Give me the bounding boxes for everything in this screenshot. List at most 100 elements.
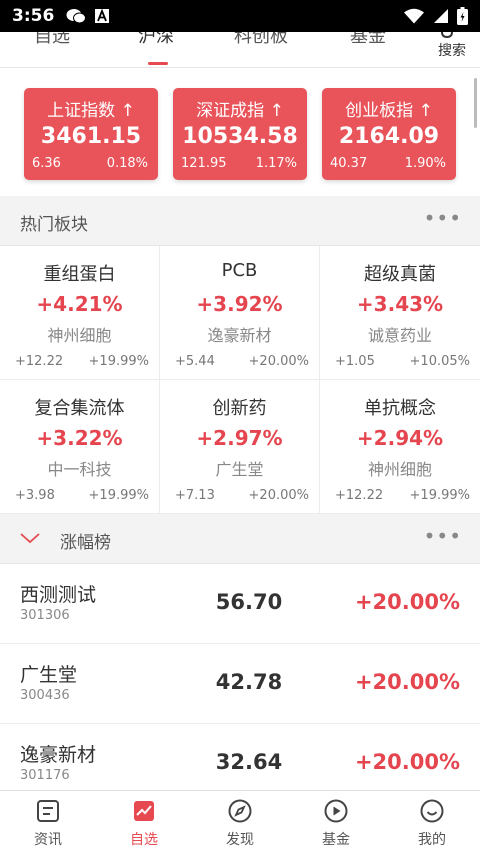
table-row[interactable]: 西测测试 301306 56.70 +20.00%	[0, 564, 480, 644]
sector-name: 创新药	[212, 398, 267, 419]
sector-percent: +2.94%	[356, 426, 444, 450]
nav-item-mine[interactable]: 我的	[384, 791, 480, 853]
app-a-icon	[95, 8, 110, 23]
leader-percent: +19.99%	[88, 354, 149, 369]
sector-leader: 神州细胞	[367, 460, 432, 479]
search-button[interactable]: 搜索	[430, 32, 466, 67]
bottom-nav: 资讯 自选 发现 基金 我的	[0, 790, 480, 853]
market-tabs: 自选 沪深 科创板 基金 搜索	[0, 32, 480, 68]
nav-label: 基金	[322, 832, 350, 848]
index-change: 121.95	[181, 156, 227, 171]
stock-code: 301176	[20, 768, 70, 783]
rank-header: 涨幅榜 •••	[0, 514, 480, 564]
stock-name: 广生堂	[20, 664, 78, 686]
sector-name: 复合集流体	[34, 398, 125, 419]
nav-label: 资讯	[34, 832, 62, 848]
sector-leader: 诚意药业	[367, 326, 432, 345]
sector-cell[interactable]: 超级真菌 +3.43% 诚意药业 +1.05 +10.05%	[320, 246, 480, 380]
fund-play-icon	[324, 799, 348, 823]
stock-code: 301306	[20, 608, 70, 623]
sector-name: 单抗概念	[364, 398, 436, 419]
rank-title: 涨幅榜	[60, 533, 111, 553]
nav-label: 自选	[130, 832, 158, 848]
sector-cell[interactable]: PCB +3.92% 逸豪新材 +5.44 +20.00%	[160, 246, 320, 380]
leader-percent: +20.00%	[248, 354, 309, 369]
sector-leader: 神州细胞	[47, 326, 112, 345]
sector-name: 重组蛋白	[43, 264, 116, 285]
sector-cell[interactable]: 创新药 +2.97% 广生堂 +7.13 +20.00%	[160, 380, 320, 514]
sector-leader: 逸豪新材	[207, 326, 272, 345]
section-title: 热门板块	[20, 215, 88, 235]
stock-code: 300436	[20, 688, 70, 703]
leader-percent: +20.00%	[248, 488, 309, 503]
hot-sectors-header: 热门板块 •••	[0, 196, 480, 246]
chevron-down-icon[interactable]	[20, 528, 40, 548]
sector-percent: +3.22%	[36, 426, 123, 450]
index-name: 深证成指 ↑	[196, 101, 284, 121]
index-card-shanghai[interactable]: 上证指数 ↑ 3461.15 6.36 0.18%	[24, 88, 158, 180]
nav-item-news[interactable]: 资讯	[0, 791, 96, 853]
more-icon[interactable]: •••	[424, 206, 462, 230]
index-percent: 1.17%	[255, 156, 297, 171]
tab-hushen[interactable]: 沪深	[138, 32, 174, 48]
leader-change: +3.98	[15, 488, 55, 503]
index-change: 40.37	[330, 156, 368, 171]
leader-percent: +19.99%	[409, 488, 470, 503]
index-value: 10534.58	[182, 124, 298, 149]
index-value: 2164.09	[338, 124, 440, 149]
sector-leader: 中一科技	[47, 460, 112, 479]
notification-icons	[66, 8, 110, 24]
sector-grid: 重组蛋白 +4.21% 神州细胞 +12.22 +19.99% PCB +3.9…	[0, 246, 480, 514]
stock-percent: +20.00%	[354, 590, 460, 614]
index-card-shenzhen[interactable]: 深证成指 ↑ 10534.58 121.95 1.17%	[173, 88, 307, 180]
table-row[interactable]: 广生堂 300436 42.78 +20.00%	[0, 644, 480, 724]
stock-price: 32.64	[215, 750, 283, 774]
leader-change: +7.13	[175, 488, 215, 503]
nav-item-discover[interactable]: 发现	[192, 791, 288, 853]
index-change: 6.36	[32, 156, 61, 171]
sector-cell[interactable]: 重组蛋白 +4.21% 神州细胞 +12.22 +19.99%	[0, 246, 160, 380]
nav-item-watchlist[interactable]: 自选	[96, 791, 192, 853]
more-icon[interactable]: •••	[424, 524, 462, 548]
stock-percent: +20.00%	[354, 750, 460, 774]
leader-change: +12.22	[335, 488, 384, 503]
signal-icon	[434, 9, 448, 23]
leader-percent: +19.99%	[88, 488, 149, 503]
index-cards: 上证指数 ↑ 3461.15 6.36 0.18% 深证成指 ↑ 10534.5…	[0, 68, 480, 196]
index-percent: 1.90%	[404, 156, 446, 171]
sector-percent: +4.21%	[36, 292, 123, 316]
sector-percent: +2.97%	[196, 426, 283, 450]
nav-label: 发现	[226, 832, 254, 848]
battery-icon	[457, 7, 468, 25]
leader-percent: +10.05%	[409, 354, 470, 369]
stock-percent: +20.00%	[354, 670, 460, 694]
tab-watchlist[interactable]: 自选	[34, 32, 70, 48]
rank-list: 西测测试 301306 56.70 +20.00% 广生堂 300436 42.…	[0, 564, 480, 790]
status-bar: 3:56	[0, 0, 480, 32]
tab-star-market[interactable]: 科创板	[234, 32, 288, 48]
scrollbar[interactable]	[474, 78, 477, 128]
sector-percent: +3.43%	[356, 292, 444, 316]
index-name: 创业板指 ↑	[345, 101, 433, 121]
sector-name: 超级真菌	[364, 264, 436, 285]
sector-percent: +3.92%	[196, 292, 283, 316]
active-tab-indicator	[148, 62, 168, 65]
stock-name: 西测测试	[20, 584, 97, 606]
sector-leader: 广生堂	[215, 460, 264, 479]
sector-cell[interactable]: 复合集流体 +3.22% 中一科技 +3.98 +19.99%	[0, 380, 160, 514]
leader-change: +5.44	[175, 354, 215, 369]
table-row[interactable]: 逸豪新材 301176 32.64 +20.00%	[0, 724, 480, 790]
stock-price: 42.78	[215, 670, 283, 694]
index-value: 3461.15	[40, 124, 142, 149]
nav-label: 我的	[418, 832, 446, 848]
leader-change: +1.05	[335, 354, 375, 369]
nav-item-fund[interactable]: 基金	[288, 791, 384, 853]
search-label: 搜索	[438, 43, 466, 59]
index-percent: 0.18%	[106, 156, 148, 171]
watchlist-icon	[134, 801, 154, 821]
sector-cell[interactable]: 单抗概念 +2.94% 神州细胞 +12.22 +19.99%	[320, 380, 480, 514]
chat-bubble-icon	[66, 9, 87, 24]
tab-fund[interactable]: 基金	[350, 32, 386, 48]
stock-price: 56.70	[215, 590, 283, 614]
index-card-chinext[interactable]: 创业板指 ↑ 2164.09 40.37 1.90%	[322, 88, 456, 180]
